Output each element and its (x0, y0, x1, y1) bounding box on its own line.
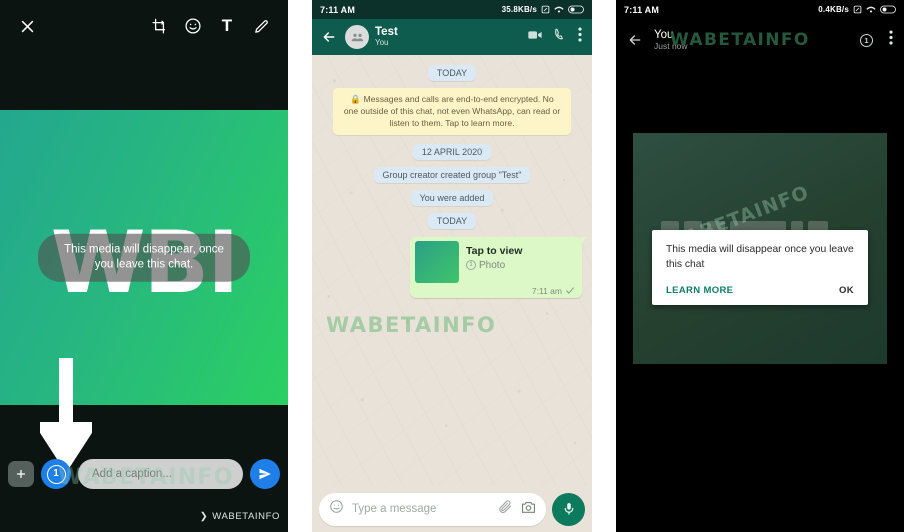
ok-button[interactable]: OK (839, 285, 854, 296)
bubble-time: 7:11 am (531, 285, 562, 296)
message-row: TODAY (320, 212, 584, 229)
credit-label: WABETAINFO (212, 511, 280, 522)
view-once-icon: 1 (466, 260, 476, 271)
group-avatar-icon[interactable] (345, 25, 369, 49)
chat-header: Test You (312, 19, 592, 55)
media-overlay-caption: This media will disappear, once you leav… (38, 233, 250, 282)
text-tool-button[interactable]: T (210, 9, 244, 43)
video-call-icon[interactable] (527, 27, 543, 48)
learn-more-button[interactable]: LEARN MORE (666, 285, 733, 296)
phone-call-icon[interactable] (553, 27, 568, 47)
status-bar: 7:11 AM 0.4KB/s (616, 0, 904, 19)
crop-rotate-icon[interactable] (142, 9, 176, 43)
panel-divider-2 (592, 0, 616, 532)
panel1-overlay-watermark: WABETAINFO (58, 465, 234, 490)
panel-chat: 7:11 AM 35.8KB/s Test You TODAY 🔒 Messag… (312, 0, 592, 532)
wabetainfo-credit: ❯ WABETAINFO (200, 511, 280, 522)
message-row: 12 APRIL 2020 (320, 143, 584, 160)
dialog-message: This media will disappear once you leave… (666, 244, 854, 270)
emoji-icon[interactable] (329, 499, 344, 519)
tap-to-view-label: Tap to view (466, 244, 523, 257)
wifi-icon (866, 6, 876, 13)
status-indicators: 0.4KB/s (818, 5, 896, 14)
view-once-message-bubble[interactable]: Tap to view 1 Photo 7:11 am (410, 236, 587, 298)
paperclip-icon[interactable] (498, 499, 513, 519)
add-media-icon[interactable] (8, 461, 34, 487)
bubble-meta: 7:11 am (415, 283, 577, 296)
system-message: You were added (410, 189, 494, 206)
sent-check-icon (566, 287, 574, 294)
view-once-badge-icon[interactable]: 1 (860, 33, 873, 47)
editor-toolbar: T (0, 0, 288, 52)
back-arrow-icon[interactable] (624, 29, 646, 51)
system-message: Group creator created group "Test" (373, 166, 531, 183)
battery-icon (568, 5, 584, 14)
dialog-actions: LEARN MORE OK (666, 285, 854, 296)
credit-chevron-icon: ❯ (199, 511, 209, 522)
panel-divider-1 (288, 0, 312, 532)
message-row[interactable]: 🔒 Messages and calls are end-to-end encr… (320, 88, 584, 135)
status-bar: 7:11 AM 35.8KB/s (312, 0, 592, 19)
media-thumbnail (415, 240, 459, 283)
status-time: 7:11 AM (624, 4, 660, 15)
signal-icon (853, 5, 862, 14)
wifi-icon (554, 6, 564, 13)
date-chip: TODAY (427, 212, 477, 229)
overflow-menu-icon[interactable] (578, 27, 582, 47)
chat-title: Test (375, 26, 398, 39)
emoji-sticker-icon[interactable] (176, 9, 210, 43)
chat-scroll-content: TODAY 🔒 Messages and calls are end-to-en… (312, 65, 592, 298)
screenshot-stage: T WBI This media will disappear, once yo… (0, 0, 904, 532)
send-icon[interactable] (250, 459, 280, 489)
chat-message-list[interactable]: TODAY 🔒 Messages and calls are end-to-en… (312, 55, 592, 486)
media-type-label: Photo (479, 259, 506, 271)
pencil-icon[interactable] (244, 9, 278, 43)
message-input[interactable]: Type a message (319, 492, 546, 526)
encryption-notice-text: Messages and calls are end-to-end encryp… (343, 94, 561, 129)
back-arrow-icon[interactable] (319, 27, 339, 47)
chat-input-bar: Type a message (312, 486, 592, 532)
panel2-watermark: WABETAINFO (326, 313, 497, 337)
message-row: Tap to view 1 Photo 7:11 am (320, 236, 587, 298)
close-icon[interactable] (10, 9, 44, 43)
date-chip: 12 APRIL 2020 (412, 143, 492, 160)
chat-subtitle: You (375, 38, 389, 48)
text-tool-label: T (221, 16, 233, 35)
panel-view-once-viewer: 7:11 AM 0.4KB/s You Just now 1 WABETAINF… (616, 0, 904, 532)
encryption-notice[interactable]: 🔒 Messages and calls are end-to-end encr… (333, 88, 571, 135)
message-row: You were added (320, 189, 584, 206)
bubble-text-block: Tap to view 1 Photo (466, 241, 522, 271)
network-speed-label: 35.8KB/s (501, 5, 537, 14)
lock-icon: 🔒 (350, 94, 362, 104)
message-input-placeholder: Type a message (352, 503, 437, 515)
view-once-dialog: This media will disappear once you leave… (652, 230, 868, 306)
status-indicators: 35.8KB/s (502, 5, 584, 14)
overflow-menu-icon[interactable] (881, 30, 896, 50)
chat-header-actions (527, 27, 585, 48)
bubble-content: Tap to view 1 Photo (415, 240, 577, 283)
status-time: 7:11 AM (320, 4, 356, 15)
panel-media-editor: T WBI This media will disappear, once yo… (0, 0, 288, 532)
microphone-icon[interactable] (552, 492, 585, 526)
message-row: Group creator created group "Test" (320, 166, 584, 183)
signal-icon (541, 5, 550, 14)
battery-icon (880, 5, 896, 14)
date-chip: TODAY (427, 65, 477, 81)
panel3-header-watermark: WABETAINFO (670, 30, 810, 50)
camera-icon[interactable] (521, 500, 536, 519)
chat-title-block[interactable]: Test You (375, 26, 521, 47)
media-type-line: 1 Photo (466, 260, 522, 271)
network-speed-label: 0.4KB/s (818, 5, 849, 14)
message-row: TODAY (320, 65, 584, 81)
